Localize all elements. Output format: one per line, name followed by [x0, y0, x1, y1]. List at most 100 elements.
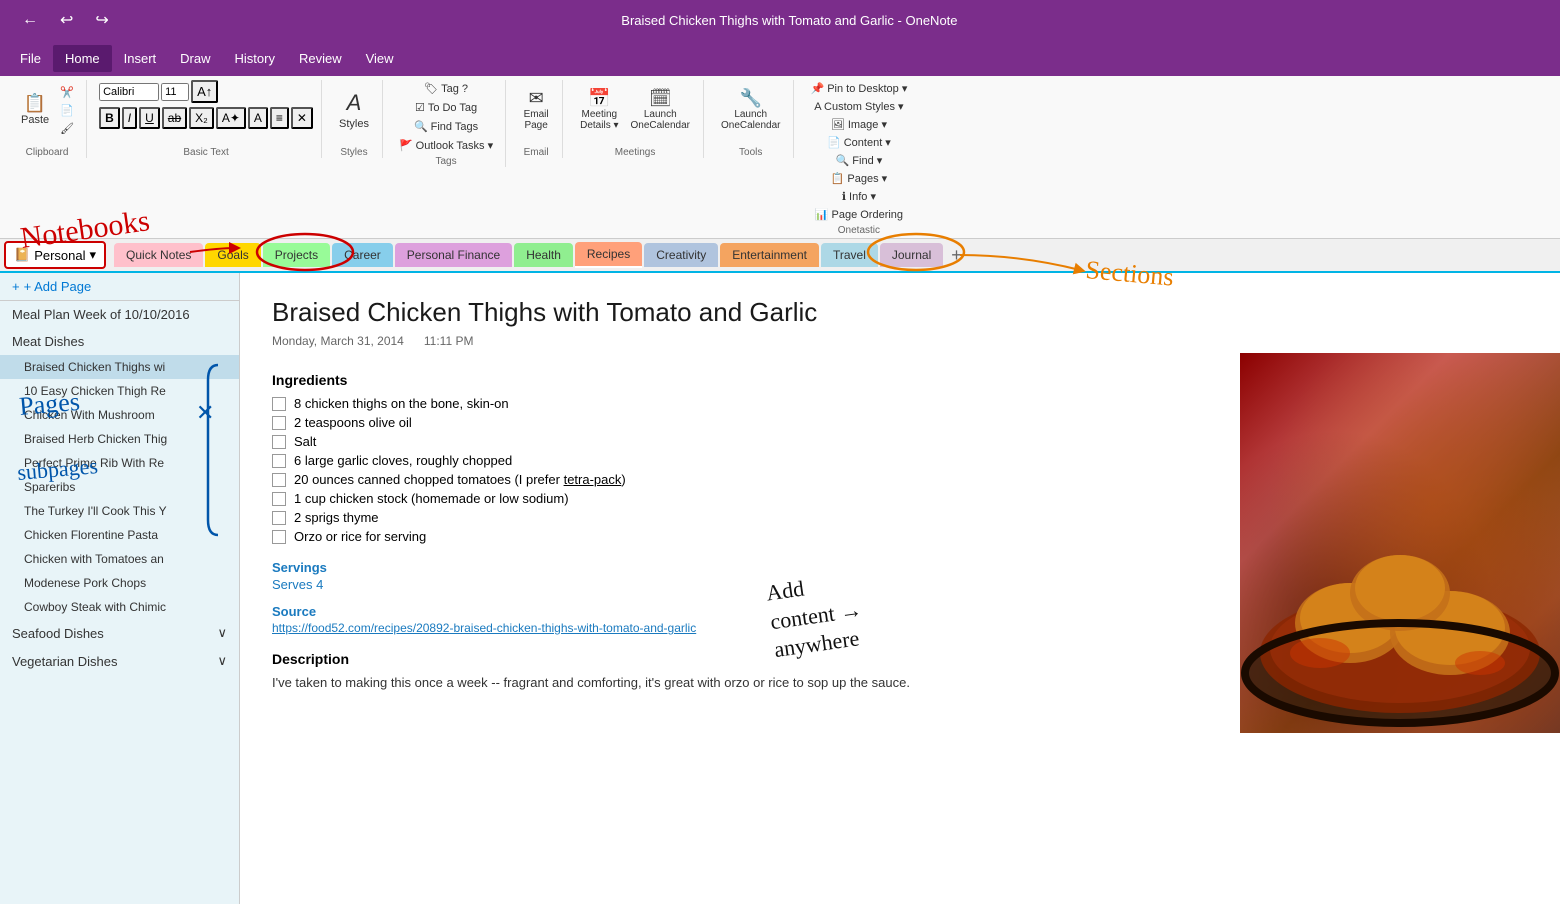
- info-button[interactable]: ℹ Info ▾: [806, 188, 911, 205]
- back-button[interactable]: ←: [16, 9, 44, 31]
- find-tags-button[interactable]: 🔍 Find Tags: [395, 118, 497, 135]
- page-title: Braised Chicken Thighs with Tomato and G…: [272, 297, 1528, 328]
- tool-icon: 🔧: [740, 89, 762, 107]
- menu-home[interactable]: Home: [53, 45, 112, 72]
- meeting-details-button[interactable]: 📅 MeetingDetails ▾: [575, 80, 623, 140]
- tools-group: 🔧 LaunchOneCalendar Tools: [708, 80, 794, 158]
- bold-button[interactable]: B: [99, 107, 120, 129]
- seafood-section[interactable]: Seafood Dishes ∨: [0, 619, 239, 647]
- page-item-chicken-florentine[interactable]: Chicken Florentine Pasta: [0, 523, 239, 547]
- main-layout: + + Add Page Meal Plan Week of 10/10/201…: [0, 273, 1560, 904]
- outlook-tasks-button[interactable]: 🚩 Outlook Tasks ▾: [395, 137, 497, 154]
- underline-button[interactable]: U: [139, 107, 160, 129]
- todo-tag-button[interactable]: ☑ To Do Tag: [395, 99, 497, 116]
- strikethrough-button[interactable]: ab: [162, 107, 187, 129]
- custom-styles-button[interactable]: A Custom Styles ▾: [806, 98, 911, 115]
- menu-history[interactable]: History: [223, 45, 287, 72]
- title-bar: ← ↩ ↪ Braised Chicken Thighs with Tomato…: [0, 0, 1560, 40]
- tab-creativity[interactable]: Creativity: [644, 243, 718, 267]
- checkbox-4[interactable]: [272, 454, 286, 468]
- paste-icon: 📋: [24, 94, 46, 112]
- page-ordering-button[interactable]: 📊 Page Ordering: [806, 206, 911, 223]
- launch-onecalendar-button[interactable]: 🗓 LaunchOneCalendar: [626, 80, 695, 140]
- content-button[interactable]: 📄 Content ▾: [806, 134, 911, 151]
- undo-button[interactable]: ↩: [54, 8, 79, 32]
- food-image: [1240, 353, 1560, 733]
- tab-career[interactable]: Career: [332, 243, 393, 267]
- tab-health[interactable]: Health: [514, 243, 573, 267]
- page-item-chicken-mushroom[interactable]: Chicken With Mushroom: [0, 403, 239, 427]
- page-date: Monday, March 31, 2014 11:11 PM: [272, 334, 1528, 348]
- tab-quick-notes[interactable]: Quick Notes: [114, 243, 203, 267]
- page-item-turkey[interactable]: The Turkey I'll Cook This Y: [0, 499, 239, 523]
- pages-onetastic-button[interactable]: 📋 Pages ▾: [806, 170, 911, 187]
- page-item-braised-herb[interactable]: Braised Herb Chicken Thig: [0, 427, 239, 451]
- title-bar-left: ← ↩ ↪: [16, 8, 115, 32]
- font-color-button[interactable]: A: [248, 107, 268, 129]
- pin-to-desktop-button[interactable]: 📌 Pin to Desktop ▾: [806, 80, 911, 97]
- subscript-button[interactable]: X₂: [189, 107, 214, 129]
- onetastic-group: 📌 Pin to Desktop ▾ A Custom Styles ▾ 🖼 I…: [798, 80, 919, 236]
- clipboard-group: 📋 Paste ✂️ 📄 🖌 Clipboard: [8, 80, 87, 158]
- paste-button[interactable]: 📋 Paste: [16, 80, 54, 140]
- checkbox-6[interactable]: [272, 492, 286, 506]
- menu-review[interactable]: Review: [287, 45, 354, 72]
- tab-entertainment[interactable]: Entertainment: [720, 243, 819, 267]
- page-list: Meal Plan Week of 10/10/2016 Meat Dishes…: [0, 301, 239, 904]
- checkbox-8[interactable]: [272, 530, 286, 544]
- menu-file[interactable]: File: [8, 45, 53, 72]
- checkbox-5[interactable]: [272, 473, 286, 487]
- tab-add-button[interactable]: +: [945, 243, 968, 268]
- checkbox-1[interactable]: [272, 397, 286, 411]
- checkbox-3[interactable]: [272, 435, 286, 449]
- align-button[interactable]: ≡: [270, 107, 289, 129]
- font-family-input[interactable]: [99, 83, 159, 101]
- launch-tool-button[interactable]: 🔧 LaunchOneCalendar: [716, 80, 785, 140]
- font-size-input[interactable]: [161, 83, 189, 101]
- add-icon: +: [12, 279, 20, 294]
- checkbox-2[interactable]: [272, 416, 286, 430]
- styles-button[interactable]: A Styles: [334, 80, 374, 140]
- notebook-selector[interactable]: 📔 Personal ▾: [4, 241, 106, 269]
- meal-plan-section[interactable]: Meal Plan Week of 10/10/2016: [0, 301, 239, 328]
- clear-button[interactable]: ✕: [291, 107, 313, 129]
- email-page-button[interactable]: ✉ EmailPage: [518, 80, 554, 140]
- vegetarian-label: Vegetarian Dishes: [12, 654, 118, 669]
- page-item-10-easy[interactable]: 10 Easy Chicken Thigh Re: [0, 379, 239, 403]
- menu-insert[interactable]: Insert: [112, 45, 169, 72]
- find-onetastic-button[interactable]: 🔍 Find ▾: [806, 152, 911, 169]
- tab-travel[interactable]: Travel: [821, 243, 878, 267]
- tags-group: 🏷 Tag ? ☑ To Do Tag 🔍 Find Tags 🚩 Outloo…: [387, 80, 506, 167]
- menu-draw[interactable]: Draw: [168, 45, 222, 72]
- cut-button[interactable]: ✂️: [56, 84, 78, 101]
- page-item-braised-chicken[interactable]: Braised Chicken Thighs wi: [0, 355, 239, 379]
- redo-button[interactable]: ↪: [89, 8, 114, 32]
- email-icon: ✉: [529, 89, 544, 107]
- meat-dishes-section[interactable]: Meat Dishes: [0, 328, 239, 355]
- tab-journal[interactable]: Journal: [880, 243, 943, 267]
- menu-view[interactable]: View: [354, 45, 406, 72]
- copy-button[interactable]: 📄: [56, 102, 78, 119]
- tab-personal-finance[interactable]: Personal Finance: [395, 243, 512, 267]
- checkbox-7[interactable]: [272, 511, 286, 525]
- page-item-spareribs[interactable]: Spareribs: [0, 475, 239, 499]
- notebook-label: Personal: [34, 248, 85, 263]
- tab-projects[interactable]: Projects: [263, 243, 330, 267]
- page-item-chicken-tomatoes[interactable]: Chicken with Tomatoes an: [0, 547, 239, 571]
- tab-goals[interactable]: Goals: [205, 243, 260, 267]
- page-item-pork-chops[interactable]: Modenese Pork Chops: [0, 571, 239, 595]
- italic-button[interactable]: I: [122, 107, 137, 129]
- add-page-button[interactable]: + + Add Page: [0, 273, 239, 301]
- grow-font-button[interactable]: A↑: [191, 80, 218, 103]
- tag-button[interactable]: 🏷 Tag ?: [395, 80, 497, 97]
- page-item-perfect-prime[interactable]: Perfect Prime Rib With Re: [0, 451, 239, 475]
- left-panel: + + Add Page Meal Plan Week of 10/10/201…: [0, 273, 240, 904]
- onecalendar-icon: 🗓: [649, 89, 672, 107]
- tab-recipes[interactable]: Recipes: [575, 242, 642, 268]
- page-item-cowboy-steak[interactable]: Cowboy Steak with Chimic: [0, 595, 239, 619]
- format-painter-button[interactable]: 🖌: [56, 120, 78, 137]
- vegetarian-section[interactable]: Vegetarian Dishes ∨: [0, 647, 239, 675]
- highlight-button[interactable]: A✦: [216, 107, 246, 129]
- meetings-group: 📅 MeetingDetails ▾ 🗓 LaunchOneCalendar M…: [567, 80, 704, 158]
- image-button[interactable]: 🖼 Image ▾: [806, 116, 911, 133]
